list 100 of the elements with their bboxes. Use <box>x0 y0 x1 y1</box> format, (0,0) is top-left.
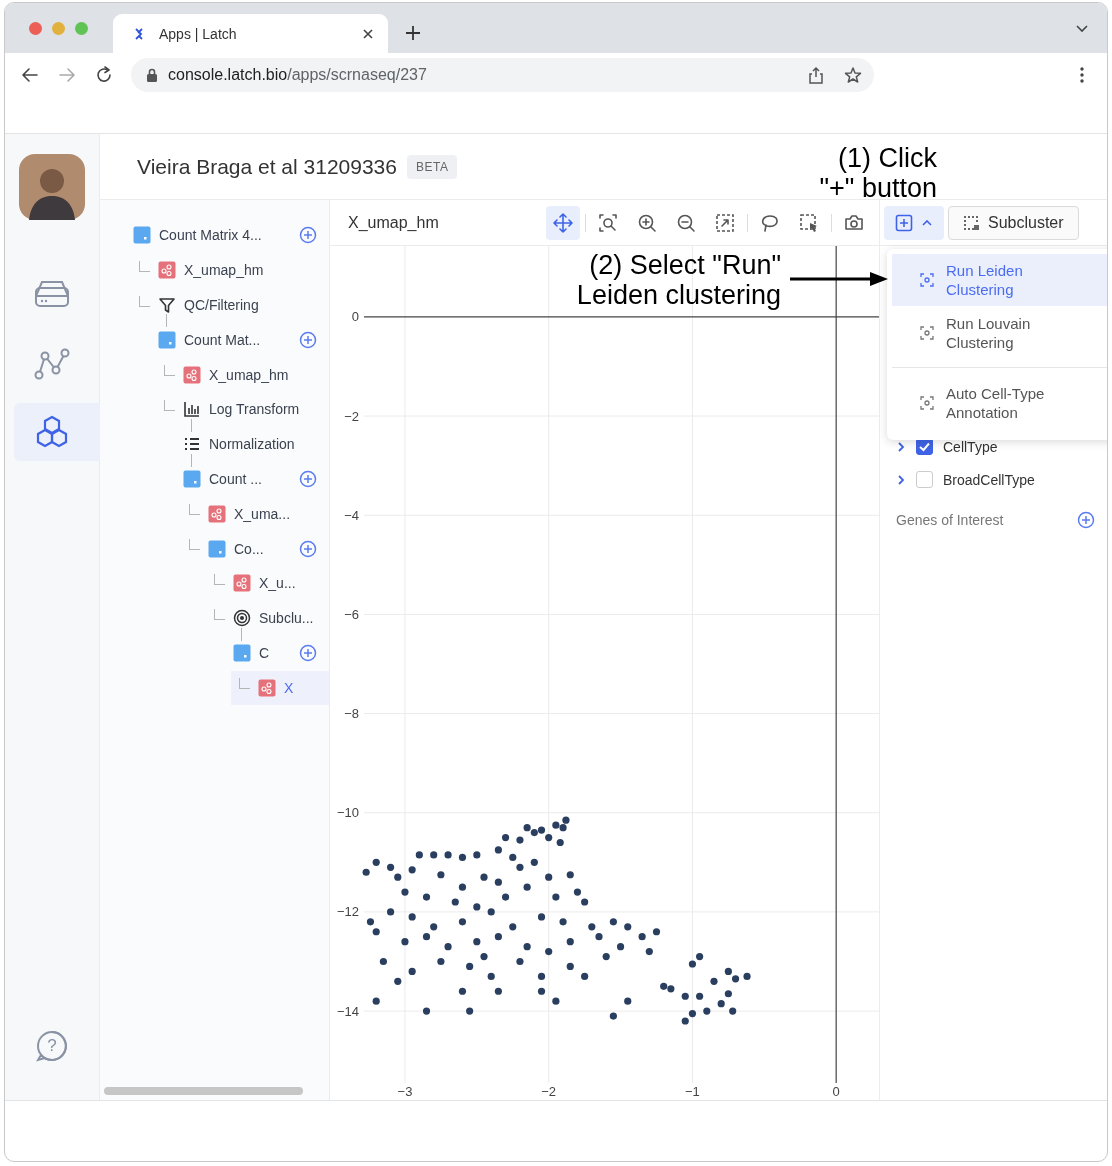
funnel-icon <box>158 296 176 314</box>
tree-item[interactable]: X <box>231 670 329 705</box>
add-button[interactable] <box>299 469 317 488</box>
add-button[interactable] <box>299 226 317 245</box>
tree-item[interactable]: X_umap_hm <box>156 357 329 392</box>
data-point <box>523 883 531 891</box>
data-point <box>573 888 582 896</box>
add-button[interactable] <box>1077 511 1095 529</box>
new-tab-button[interactable] <box>404 24 422 42</box>
axis-tick-label: −12 <box>336 904 359 920</box>
tree-item[interactable]: Count Mat... <box>131 322 299 357</box>
add-button[interactable] <box>299 330 317 349</box>
data-point <box>545 873 553 881</box>
toolbar-button[interactable] <box>546 205 580 240</box>
matrix-icon <box>158 330 176 349</box>
avatar[interactable] <box>19 154 85 220</box>
data-point <box>545 948 553 956</box>
browser-menu-button[interactable] <box>1079 66 1085 84</box>
data-point <box>466 1007 474 1015</box>
tree-item[interactable]: X_u... <box>206 566 329 601</box>
expand-chevron-button[interactable] <box>896 440 906 453</box>
data-point <box>401 888 409 896</box>
data-point <box>537 972 546 980</box>
browser-tab[interactable]: Apps | Latch <box>113 14 388 53</box>
axis-tick-label: −3 <box>397 1084 413 1098</box>
data-point <box>394 873 402 881</box>
data-point <box>366 918 375 926</box>
box-select-icon <box>799 212 819 233</box>
callout-text: (1) Click "+" button <box>819 143 937 203</box>
share-button[interactable] <box>807 66 825 84</box>
data-point <box>609 1012 617 1020</box>
autoscale-icon <box>715 212 735 233</box>
tree-item[interactable]: QC/Filtering <box>131 288 329 322</box>
scatter-node-icon <box>233 574 251 593</box>
subcluster-button[interactable]: Subcluster <box>948 205 1079 240</box>
tree-item[interactable]: Count ... <box>156 461 299 496</box>
tree-item[interactable]: Count Matrix 4... <box>106 218 299 253</box>
tree-item[interactable]: Log Transform <box>156 392 329 427</box>
data-point <box>473 851 481 859</box>
tree-item[interactable]: X_uma... <box>181 496 329 531</box>
data-point <box>408 913 416 921</box>
data-point <box>494 987 502 995</box>
expand-chevron-button[interactable] <box>896 473 906 486</box>
data-point <box>566 871 574 879</box>
tab-list-button[interactable] <box>1075 22 1089 34</box>
address-bar[interactable]: console.latch.bio/apps/scrnaseq/237 <box>131 58 874 92</box>
data-point <box>624 923 632 931</box>
back-button[interactable] <box>20 65 40 85</box>
bookmark-star-button[interactable] <box>844 66 862 84</box>
scatter-node-icon <box>158 261 176 280</box>
scatter-node-icon <box>208 504 226 523</box>
axis-tick-label: −10 <box>336 805 359 821</box>
data-point <box>696 992 704 1000</box>
data-point <box>588 923 596 931</box>
tree-item[interactable]: Co... <box>181 531 299 566</box>
close-tab-button[interactable] <box>362 27 374 40</box>
data-point <box>430 851 438 859</box>
cluster-icon <box>920 273 934 287</box>
data-point <box>422 1007 431 1015</box>
close-window-button[interactable] <box>29 21 42 35</box>
data-point <box>516 863 524 871</box>
data-point <box>422 933 431 941</box>
menu-item[interactable]: Run Louvain Clustering <box>892 307 1107 359</box>
annotation-label: CellType <box>943 438 998 455</box>
data-point <box>566 962 574 971</box>
tree-item[interactable]: C <box>206 635 299 670</box>
cluster-icon <box>920 326 934 340</box>
data-point <box>509 923 517 931</box>
data-point <box>729 1007 737 1015</box>
tree-item[interactable]: X_umap_hm <box>131 253 329 288</box>
data-point <box>473 903 481 911</box>
data-point <box>717 1000 725 1008</box>
add-menu-button[interactable] <box>884 205 944 240</box>
data-point <box>581 898 589 906</box>
matrix-icon <box>233 643 251 662</box>
data-point <box>494 933 502 941</box>
data-point <box>458 918 467 926</box>
menu-item[interactable]: Run Leiden Clustering <box>892 254 1107 306</box>
data-point <box>566 938 574 946</box>
add-button[interactable] <box>299 539 317 558</box>
data-point <box>451 898 459 906</box>
nav-item[interactable] <box>13 403 100 461</box>
data-point <box>466 962 474 971</box>
data-point <box>743 972 751 980</box>
tree-item[interactable]: Subclu... <box>206 601 329 636</box>
data-point <box>394 977 402 985</box>
data-point <box>458 987 467 995</box>
scrollbar[interactable] <box>104 1087 303 1095</box>
data-point <box>552 997 560 1005</box>
data-point <box>645 948 653 956</box>
add-button[interactable] <box>299 643 317 662</box>
zoom-box-icon <box>598 212 618 233</box>
data-point <box>480 952 488 961</box>
reload-button[interactable] <box>94 65 114 85</box>
data-point <box>362 868 370 876</box>
axis-tick-label: −4 <box>344 507 359 523</box>
tree-item[interactable]: Normalization <box>156 427 329 462</box>
menu-item[interactable]: Auto Cell-Type Annotation <box>892 367 1107 429</box>
data-point <box>624 997 632 1005</box>
data-point <box>523 943 531 951</box>
